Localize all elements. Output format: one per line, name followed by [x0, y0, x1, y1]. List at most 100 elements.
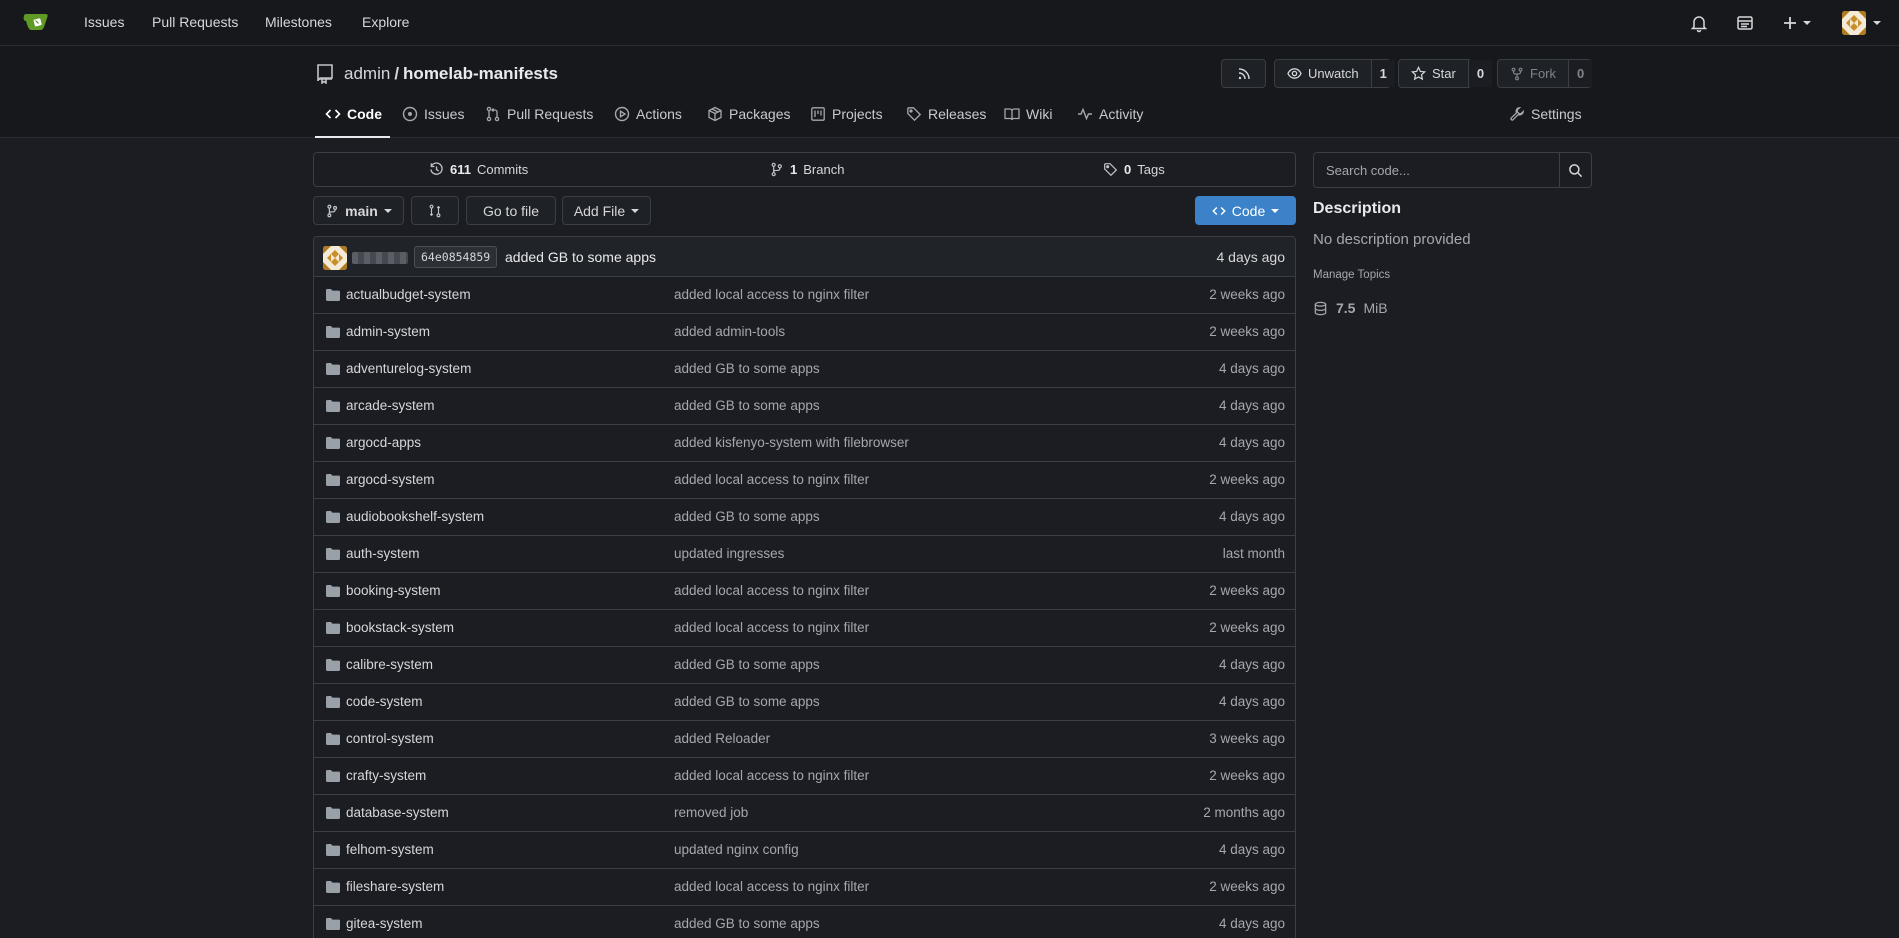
search-button[interactable]: [1559, 153, 1591, 187]
fork-button[interactable]: Fork 0: [1497, 59, 1593, 88]
file-name-link[interactable]: booking-system: [346, 583, 441, 598]
watch-count[interactable]: 1: [1370, 60, 1395, 87]
file-commit-message-link[interactable]: added GB to some apps: [674, 398, 820, 413]
folder-icon: [326, 511, 340, 523]
user-avatar[interactable]: [1842, 11, 1866, 35]
tab-packages[interactable]: Packages: [707, 104, 790, 138]
caret-down-icon: [383, 208, 392, 213]
tab-actions[interactable]: Actions: [614, 104, 682, 138]
commit-sha-link[interactable]: 64e0854859: [414, 246, 498, 268]
file-name-link[interactable]: calibre-system: [346, 657, 433, 672]
file-commit-message-link[interactable]: added GB to some apps: [674, 509, 820, 524]
tag-icon: [907, 107, 922, 122]
repo-size: 7.5 MiB: [1313, 300, 1388, 316]
dashboard-icon[interactable]: [1734, 12, 1756, 34]
manage-topics-link[interactable]: Manage Topics: [1313, 269, 1390, 281]
plus-icon: [1784, 17, 1796, 29]
file-commit-age: 2 weeks ago: [1209, 620, 1285, 635]
file-name-link[interactable]: felhom-system: [346, 842, 434, 857]
file-commit-message-link[interactable]: updated nginx config: [674, 842, 799, 857]
avatar-caret-icon[interactable]: [1873, 21, 1881, 25]
file-name-link[interactable]: arcade-system: [346, 398, 435, 413]
add-file-button[interactable]: Add File: [562, 196, 651, 225]
repo-name-link[interactable]: homelab-manifests: [403, 64, 558, 83]
tab-releases[interactable]: Releases: [906, 104, 986, 138]
repo-separator: /: [394, 64, 400, 83]
folder-icon: [326, 548, 340, 560]
file-name-link[interactable]: actualbudget-system: [346, 287, 471, 302]
nav-milestones[interactable]: Milestones: [265, 14, 332, 30]
commit-author-avatar[interactable]: [323, 246, 347, 270]
file-commit-message-link[interactable]: added GB to some apps: [674, 361, 820, 376]
unwatch-button[interactable]: Unwatch 1: [1274, 59, 1395, 88]
file-name-link[interactable]: bookstack-system: [346, 620, 454, 635]
file-commit-message-link[interactable]: added GB to some apps: [674, 694, 820, 709]
tab-activity[interactable]: Activity: [1077, 104, 1143, 138]
star-button[interactable]: Star 0: [1398, 59, 1493, 88]
file-commit-age: 4 days ago: [1218, 916, 1285, 931]
file-commit-message-link[interactable]: updated ingresses: [674, 546, 784, 561]
file-name-link[interactable]: argocd-apps: [346, 435, 421, 450]
file-name-link[interactable]: code-system: [346, 694, 423, 709]
commits-stat[interactable]: 611 Commits: [429, 162, 528, 177]
gitea-logo-icon[interactable]: [22, 11, 52, 33]
nav-explore[interactable]: Explore: [362, 14, 409, 30]
compare-button[interactable]: [411, 196, 459, 225]
file-commit-message-link[interactable]: added local access to nginx filter: [674, 879, 869, 894]
file-commit-message-link[interactable]: added GB to some apps: [674, 916, 820, 931]
nav-issues[interactable]: Issues: [84, 14, 124, 30]
star-count[interactable]: 0: [1467, 60, 1493, 87]
file-commit-message-link[interactable]: added local access to nginx filter: [674, 620, 869, 635]
repo-owner-link[interactable]: admin: [344, 64, 390, 83]
file-commit-message-link[interactable]: removed job: [674, 805, 748, 820]
file-row: booking-system added local access to ngin…: [314, 573, 1295, 610]
file-row: arcade-system added GB to some apps 4 days…: [314, 388, 1295, 425]
file-name-link[interactable]: adventurelog-system: [346, 361, 471, 376]
add-file-label: Add File: [573, 202, 626, 219]
tab-issues[interactable]: Issues: [402, 104, 464, 138]
commit-author-name-redacted[interactable]: [352, 252, 408, 264]
file-commit-message-link[interactable]: added GB to some apps: [674, 657, 820, 672]
clone-code-button[interactable]: Code: [1195, 196, 1296, 225]
tab-settings[interactable]: Settings: [1509, 104, 1582, 138]
file-name-link[interactable]: audiobookshelf-system: [346, 509, 484, 524]
file-row: calibre-system added GB to some apps 4 day…: [314, 647, 1295, 684]
file-commit-message-link[interactable]: added local access to nginx filter: [674, 583, 869, 598]
latest-commit-message[interactable]: added GB to some apps: [505, 249, 656, 265]
tab-projects[interactable]: Projects: [810, 104, 883, 138]
file-name-link[interactable]: fileshare-system: [346, 879, 444, 894]
branch-stat[interactable]: 1 Branch: [769, 162, 844, 177]
history-icon: [430, 162, 443, 175]
file-table: 64e0854859 added GB to some apps 4 days …: [313, 236, 1296, 938]
file-commit-message-link[interactable]: added local access to nginx filter: [674, 287, 869, 302]
nav-pull-requests[interactable]: Pull Requests: [152, 14, 238, 30]
tab-settings-label: Settings: [1531, 106, 1582, 122]
file-name-link[interactable]: auth-system: [346, 546, 420, 561]
create-menu-button[interactable]: [1782, 12, 1816, 34]
rss-icon: [1238, 67, 1250, 79]
tab-wiki[interactable]: Wiki: [1004, 104, 1052, 138]
file-commit-message-link[interactable]: added admin-tools: [674, 324, 785, 339]
tags-stat[interactable]: 0 Tags: [1103, 162, 1165, 177]
tab-pull-requests[interactable]: Pull Requests: [485, 104, 593, 138]
file-name-link[interactable]: argocd-system: [346, 472, 435, 487]
tab-code[interactable]: Code: [315, 104, 390, 138]
file-name-link[interactable]: control-system: [346, 731, 434, 746]
go-to-file-button[interactable]: Go to file: [466, 196, 556, 225]
file-name-link[interactable]: database-system: [346, 805, 449, 820]
bell-icon[interactable]: [1688, 12, 1710, 34]
rss-button[interactable]: [1221, 59, 1266, 88]
file-commit-message-link[interactable]: added kisfenyo-system with filebrowser: [674, 435, 909, 450]
file-name-link[interactable]: admin-system: [346, 324, 430, 339]
branch-selector[interactable]: main: [313, 196, 404, 225]
book-icon: [1004, 108, 1020, 121]
file-name-link[interactable]: crafty-system: [346, 768, 426, 783]
file-commit-message-link[interactable]: added local access to nginx filter: [674, 472, 869, 487]
tab-issues-label: Issues: [424, 106, 465, 122]
file-name-link[interactable]: gitea-system: [346, 916, 423, 931]
file-commit-message-link[interactable]: added local access to nginx filter: [674, 768, 869, 783]
fork-count[interactable]: 0: [1568, 60, 1593, 87]
file-commit-message-link[interactable]: added Reloader: [674, 731, 770, 746]
code-search-input[interactable]: [1314, 153, 1560, 187]
folder-icon: [326, 881, 340, 893]
